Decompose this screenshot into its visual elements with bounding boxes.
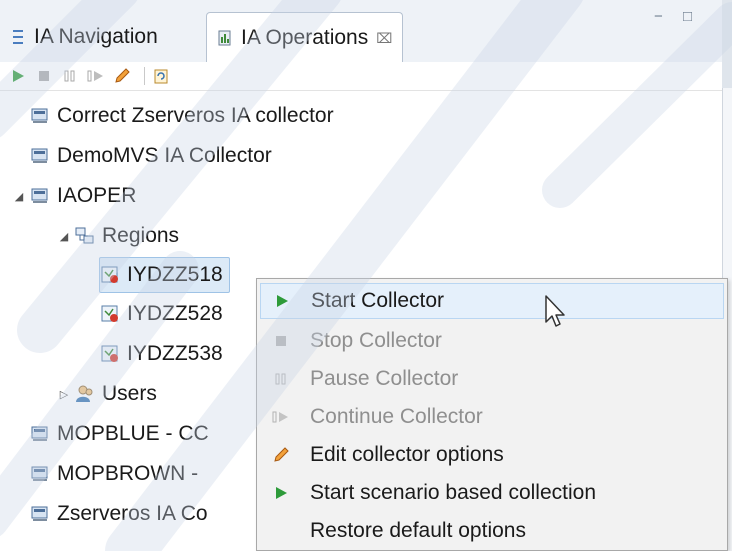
collapsed-arrow-icon[interactable]: ▷ (57, 388, 71, 401)
collector-icon (30, 146, 50, 166)
minimize-icon[interactable]: − (654, 8, 663, 25)
tree-item-label: Correct Zserveros IA collector (57, 104, 334, 127)
tree-item-region[interactable]: IYDZZ538 (100, 337, 223, 371)
menu-item-label: Stop Collector (310, 329, 442, 352)
tree-item-label: Users (102, 382, 157, 405)
users-icon (75, 384, 95, 404)
collector-context-menu: Start Collector Stop Collector Pause Col… (256, 278, 728, 551)
tree-item-label: Zserveros IA Co (57, 502, 208, 525)
collector-icon (30, 186, 50, 206)
region-stopped-icon (100, 344, 120, 364)
mouse-pointer-icon (545, 295, 565, 327)
expanded-arrow-icon[interactable]: ◢ (12, 190, 26, 203)
menu-item-restore-default-options[interactable]: Restore default options (260, 513, 724, 549)
regions-icon (75, 226, 95, 246)
maximize-icon[interactable]: □ (683, 8, 692, 25)
menu-item-label: Restore default options (310, 519, 526, 542)
tree-item-collector[interactable]: Correct Zserveros IA collector (30, 99, 334, 133)
expanded-arrow-icon[interactable]: ◢ (57, 230, 71, 243)
operations-icon (215, 28, 235, 48)
tree-item-region[interactable]: IYDZZ528 (100, 297, 223, 331)
pause-icon[interactable] (60, 66, 80, 86)
region-stopped-icon (100, 304, 120, 324)
tree-item-regions[interactable]: ◢ Regions (57, 219, 179, 253)
edit-icon[interactable] (112, 66, 132, 86)
pause-icon (270, 368, 292, 390)
collector-icon (30, 424, 50, 444)
tree-item-label: Regions (102, 224, 180, 247)
play-icon (270, 482, 292, 504)
tree-item-label: DemoMVS IA Collector (57, 144, 272, 167)
tab-label: IA Navigation (34, 25, 158, 48)
menu-item-label: Edit collector options (310, 443, 504, 466)
menu-item-continue-collector[interactable]: Continue Collector (260, 399, 724, 435)
collector-icon (30, 464, 50, 484)
tab-ia-navigation[interactable]: IA Navigation (4, 12, 204, 62)
menu-item-label: Start scenario based collection (310, 481, 596, 504)
collector-icon (30, 504, 50, 524)
tree-item-collector[interactable]: MOPBROWN - (30, 457, 198, 491)
play-icon (271, 290, 293, 312)
close-tab-icon[interactable]: ⌧ (376, 30, 392, 47)
tree-item-collector[interactable]: Zserveros IA Co (30, 497, 208, 531)
continue-icon (270, 406, 292, 428)
tree-item-iaoper[interactable]: ◢ IAOPER (12, 179, 137, 213)
menu-item-start-collector[interactable]: Start Collector (260, 283, 724, 319)
list-icon (8, 27, 28, 47)
tree-item-label: IYDZZ538 (127, 342, 223, 365)
menu-item-start-scenario-collection[interactable]: Start scenario based collection (260, 475, 724, 511)
region-stopped-icon (100, 265, 120, 285)
operations-toolbar (0, 62, 722, 90)
tab-ia-operations[interactable]: IA Operations ⌧ (206, 12, 403, 63)
tree-item-label: IYDZZ528 (127, 302, 223, 325)
tree-item-collector[interactable]: DemoMVS IA Collector (30, 139, 272, 173)
tree-item-collector[interactable]: MOPBLUE - CC (30, 417, 209, 451)
stop-icon[interactable] (34, 66, 54, 86)
menu-item-edit-collector-options[interactable]: Edit collector options (260, 437, 724, 473)
stop-icon (270, 330, 292, 352)
toolbar-separator (144, 67, 145, 85)
menu-item-stop-collector[interactable]: Stop Collector (260, 323, 724, 359)
tab-label: IA Operations (241, 26, 369, 49)
continue-icon[interactable] (86, 66, 106, 86)
start-icon[interactable] (8, 66, 28, 86)
blank-icon (270, 520, 292, 542)
tree-item-label: IAOPER (57, 184, 137, 207)
tree-item-label: MOPBROWN - (57, 462, 199, 485)
pencil-icon (270, 444, 292, 466)
tree-item-label: IYDZZ518 (127, 263, 223, 286)
restore-icon[interactable] (151, 66, 171, 86)
menu-item-label: Continue Collector (310, 405, 483, 428)
view-tab-bar: IA Navigation IA Operations ⌧ − □ (0, 0, 722, 63)
tree-item-label: MOPBLUE - CC (57, 422, 209, 445)
tree-item-users[interactable]: ▷ Users (57, 377, 157, 411)
collector-icon (30, 106, 50, 126)
tree-item-region[interactable]: IYDZZ518 (99, 257, 230, 293)
menu-item-pause-collector[interactable]: Pause Collector (260, 361, 724, 397)
menu-item-label: Start Collector (311, 289, 445, 312)
menu-item-label: Pause Collector (310, 367, 459, 390)
